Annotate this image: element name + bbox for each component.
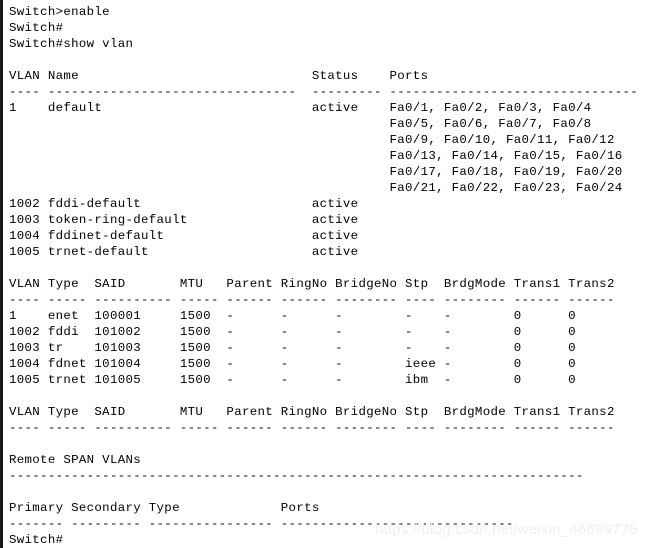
terminal-window[interactable]: Switch>enable Switch# Switch#show vlan V…	[0, 0, 671, 548]
console-output: Switch>enable Switch# Switch#show vlan V…	[9, 5, 639, 547]
